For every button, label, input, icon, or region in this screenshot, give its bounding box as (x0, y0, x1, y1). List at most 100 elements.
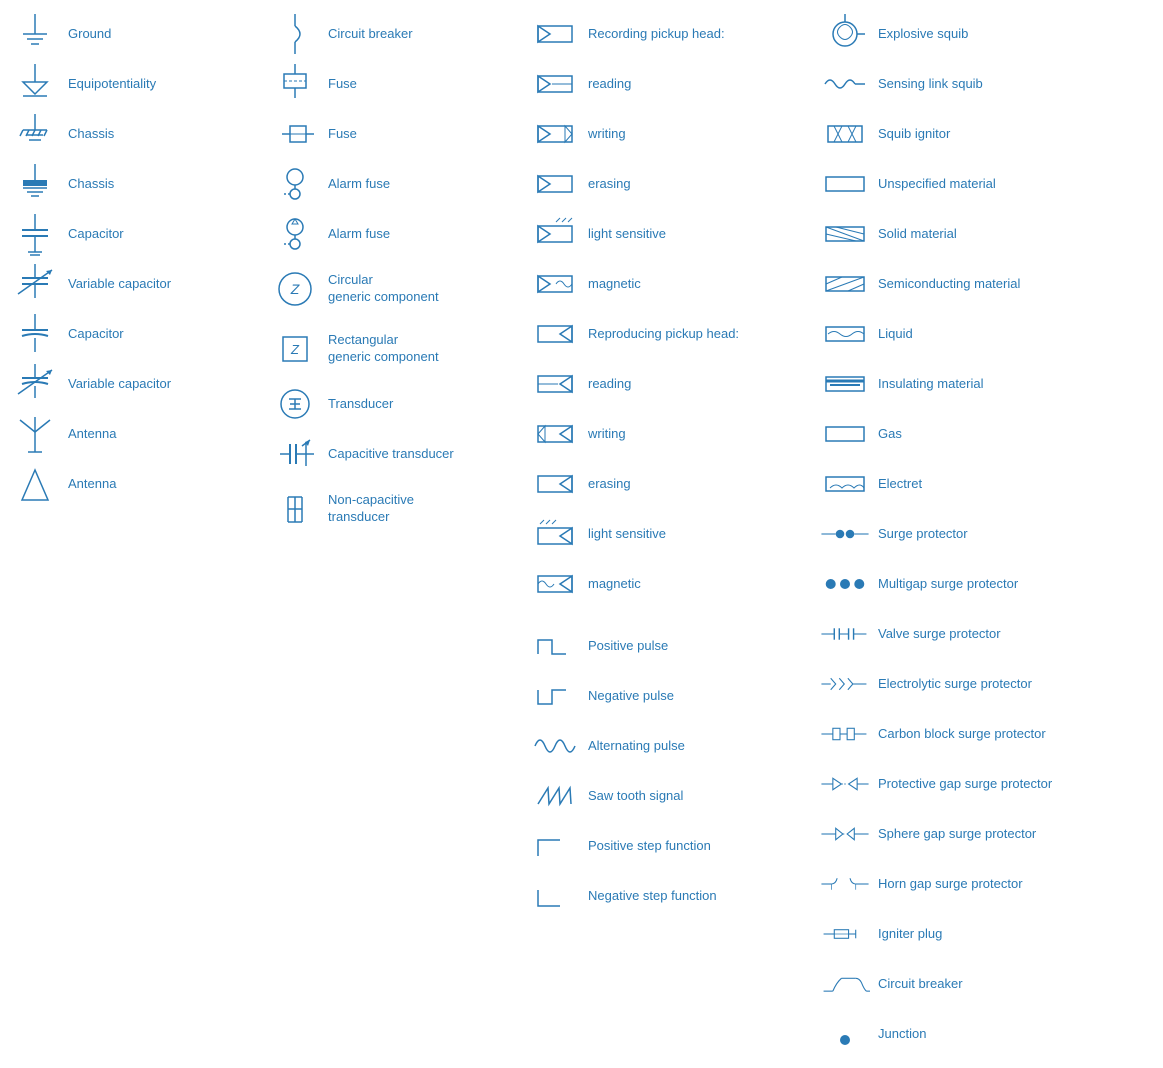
label-circuit-breaker2: Circuit breaker (878, 976, 963, 993)
label-junction: Junction (878, 1026, 926, 1043)
sym-sphere-gap (820, 812, 870, 856)
item-sensing-squib: Sensing link squib (820, 60, 1160, 108)
sym-chassis2 (10, 162, 60, 206)
sym-rph-magnetic (530, 262, 580, 306)
sym-positive-step (530, 824, 580, 868)
item-saw-tooth: Saw tooth signal (530, 772, 810, 820)
item-semiconducting: Semiconducting material (820, 260, 1160, 308)
item-alarm-fuse2: Alarm fuse (270, 210, 520, 258)
item-repr-magnetic: magnetic (530, 560, 810, 608)
item-circuit-breaker: Circuit breaker (270, 10, 520, 58)
sym-repr-writing (530, 412, 580, 456)
item-surge-protector: Surge protector (820, 510, 1160, 558)
item-variable-cap2: Variable capacitor (10, 360, 260, 408)
sym-multigap (820, 562, 870, 606)
sym-solid-material (820, 212, 870, 256)
label-carbon-block: Carbon block surge protector (878, 726, 1046, 743)
label-capacitor1: Capacitor (68, 226, 124, 243)
col2: Circuit breaker Fuse (265, 10, 525, 1058)
sym-rph (530, 12, 580, 56)
label-igniter-plug: Igniter plug (878, 926, 942, 943)
label-insulating: Insulating material (878, 376, 984, 393)
sym-positive-pulse (530, 624, 580, 668)
label-fuse2: Fuse (328, 126, 357, 143)
item-negative-pulse: Negative pulse (530, 672, 810, 720)
main-grid: Ground Equipotentiality (0, 0, 1163, 1068)
label-transducer: Transducer (328, 396, 393, 413)
item-rph-erasing: erasing (530, 160, 810, 208)
label-equipotentiality: Equipotentiality (68, 76, 156, 93)
sym-circular-generic: Z (270, 262, 320, 316)
sym-liquid (820, 312, 870, 356)
sym-carbon-block (820, 712, 870, 756)
item-unspecified-material: Unspecified material (820, 160, 1160, 208)
sym-alarm-fuse1 (270, 162, 320, 206)
item-repr-erasing: erasing (530, 460, 810, 508)
label-rph-magnetic: magnetic (588, 276, 641, 293)
item-non-capacitive-transducer: Non-capacitive transducer (270, 480, 520, 538)
label-capacitive-transducer: Capacitive transducer (328, 446, 454, 463)
sym-gas (820, 412, 870, 456)
sym-ground (10, 12, 60, 56)
item-insulating: Insulating material (820, 360, 1160, 408)
label-gas: Gas (878, 426, 902, 443)
label-semiconducting: Semiconducting material (878, 276, 1020, 293)
label-repr-magnetic: magnetic (588, 576, 641, 593)
sym-antenna1 (10, 412, 60, 456)
item-blank (530, 610, 810, 620)
sym-electret (820, 462, 870, 506)
item-protective-gap: Protective gap surge protector (820, 760, 1160, 808)
label-rph-reading: reading (588, 76, 631, 93)
item-junction: Junction (820, 1010, 1160, 1058)
label-capacitor2: Capacitor (68, 326, 124, 343)
label-squib-ignitor: Squib ignitor (878, 126, 950, 143)
label-variable-cap2: Variable capacitor (68, 376, 171, 393)
col4: Explosive squib Sensing link squib (815, 10, 1163, 1058)
item-circuit-breaker2: Circuit breaker (820, 960, 1160, 1008)
label-antenna2: Antenna (68, 476, 116, 493)
item-antenna2: Antenna (10, 460, 260, 508)
sym-rph-light (530, 212, 580, 256)
sym-capacitive-transducer (270, 432, 320, 476)
label-ground: Ground (68, 26, 111, 43)
item-ground: Ground (10, 10, 260, 58)
sym-repr-light (530, 512, 580, 556)
sym-valve-surge (820, 612, 870, 656)
label-surge-protector: Surge protector (878, 526, 968, 543)
col3: Recording pickup head: reading writi (525, 10, 815, 1058)
item-chassis2: Chassis (10, 160, 260, 208)
item-capacitive-transducer: Capacitive transducer (270, 430, 520, 478)
label-repr-erasing: erasing (588, 476, 631, 493)
item-gas: Gas (820, 410, 1160, 458)
item-fuse1: Fuse (270, 60, 520, 108)
label-negative-pulse: Negative pulse (588, 688, 674, 705)
label-protective-gap: Protective gap surge protector (878, 776, 1052, 793)
col1: Ground Equipotentiality (5, 10, 265, 1058)
label-sphere-gap: Sphere gap surge protector (878, 826, 1036, 843)
item-electret: Electret (820, 460, 1160, 508)
sym-negative-step (530, 874, 580, 918)
sym-repr-reading (530, 362, 580, 406)
item-alarm-fuse1: Alarm fuse (270, 160, 520, 208)
item-positive-step: Positive step function (530, 822, 810, 870)
item-igniter-plug: Igniter plug (820, 910, 1160, 958)
label-positive-step: Positive step function (588, 838, 711, 855)
item-rph-writing: writing (530, 110, 810, 158)
label-rph: Recording pickup head: (588, 26, 725, 43)
sym-semiconducting (820, 262, 870, 306)
label-alternating-pulse: Alternating pulse (588, 738, 685, 755)
label-saw-tooth: Saw tooth signal (588, 788, 683, 805)
sym-repr-erasing (530, 462, 580, 506)
label-circuit-breaker: Circuit breaker (328, 26, 413, 43)
sym-unspecified-material (820, 162, 870, 206)
sym-fuse2 (270, 112, 320, 156)
label-valve-surge: Valve surge protector (878, 626, 1001, 643)
item-alternating-pulse: Alternating pulse (530, 722, 810, 770)
item-electrolytic-surge: Electrolytic surge protector (820, 660, 1160, 708)
item-circular-generic: Z Circular generic component (270, 260, 520, 318)
label-circular-generic: Circular generic component (328, 272, 439, 306)
item-negative-step: Negative step function (530, 872, 810, 920)
label-liquid: Liquid (878, 326, 913, 343)
label-chassis2: Chassis (68, 176, 114, 193)
item-positive-pulse: Positive pulse (530, 622, 810, 670)
